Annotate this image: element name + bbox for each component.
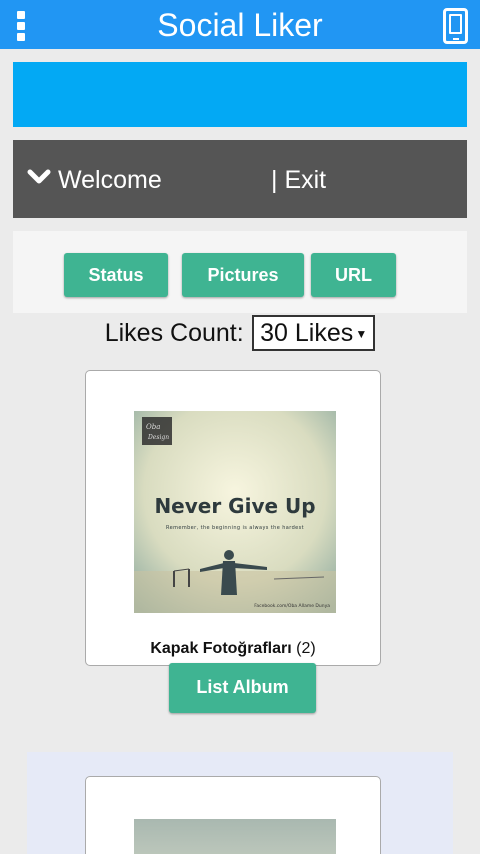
svg-text:Design: Design — [147, 434, 169, 441]
url-button[interactable]: URL — [311, 253, 396, 297]
album-count: (2) — [296, 640, 316, 657]
likes-count-row: Likes Count: 30 Likes ▼ — [0, 314, 480, 352]
app-title: Social Liker — [157, 7, 323, 43]
phone-icon[interactable] — [443, 8, 468, 44]
dropdown-caret-icon: ▼ — [355, 327, 368, 341]
chevron-down-icon[interactable] — [27, 168, 51, 186]
likes-count-label: Likes Count: — [104, 319, 244, 347]
likes-count-value: 30 Likes — [260, 319, 354, 347]
image-footer: Facebook.com/Oba Allame Dunya — [254, 603, 330, 609]
album-card[interactable] — [85, 776, 381, 854]
tab-panel: Status Pictures URL — [13, 231, 467, 313]
album-caption: Kapak Fotoğrafları (2) — [86, 639, 380, 659]
album-cover-image[interactable]: Oba Design Never Give Up Remember, the b… — [134, 411, 336, 613]
likes-count-select[interactable]: 30 Likes ▼ — [252, 315, 376, 351]
status-button[interactable]: Status — [64, 253, 168, 297]
image-tagline: Remember, the beginning is always the ha… — [166, 525, 304, 531]
welcome-bar: Welcome | Exit — [13, 140, 467, 218]
svg-text:Oba: Oba — [146, 423, 160, 431]
ad-banner — [13, 62, 467, 127]
pictures-button[interactable]: Pictures — [182, 253, 304, 297]
album-name: Kapak Fotoğrafları — [150, 640, 292, 657]
never-give-up-image: Oba Design Never Give Up Remember, the b… — [134, 411, 336, 613]
image-headline: Never Give Up — [154, 494, 315, 518]
album-cover-image[interactable] — [134, 819, 336, 854]
album-card[interactable]: Oba Design Never Give Up Remember, the b… — [85, 370, 381, 666]
welcome-label: Welcome — [58, 166, 162, 194]
app-header: Social Liker — [0, 0, 480, 49]
list-album-button[interactable]: List Album — [169, 663, 316, 713]
exit-link[interactable]: | Exit — [271, 165, 326, 195]
